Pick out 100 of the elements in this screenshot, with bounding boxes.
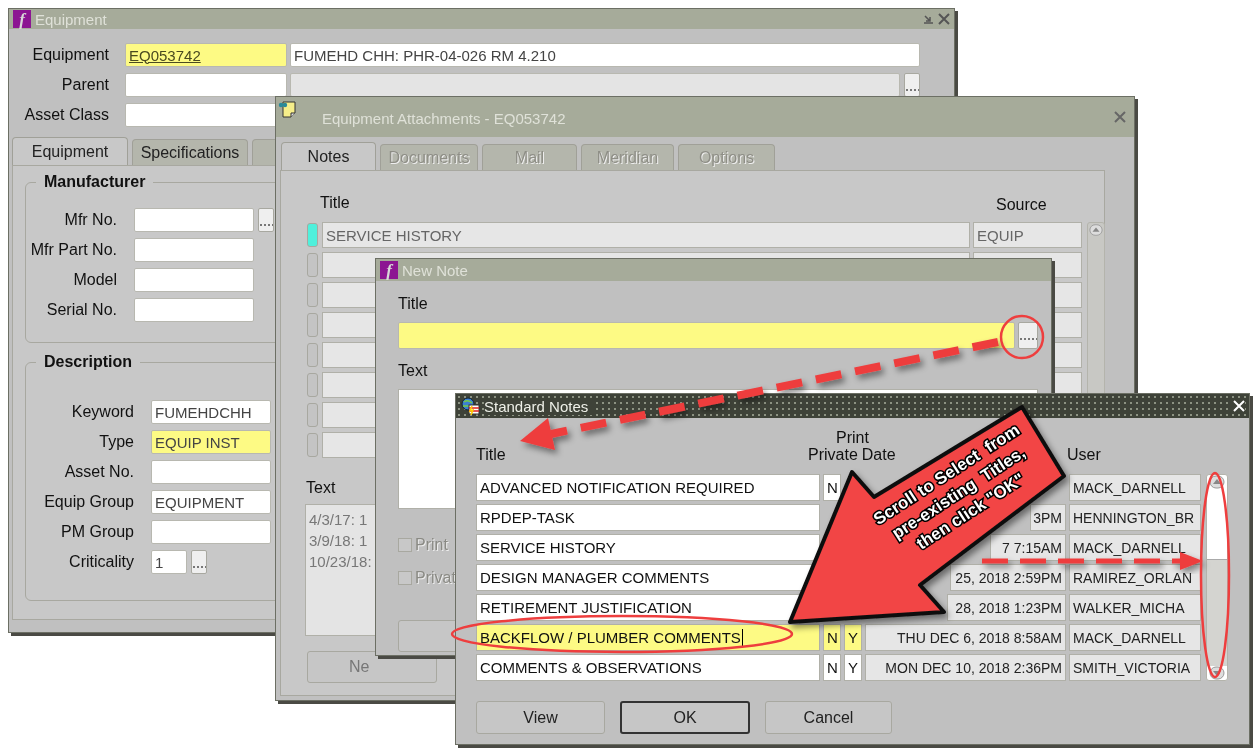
table-cell[interactable]: 7 7:15AM [990, 534, 1066, 561]
input-field[interactable] [134, 208, 254, 232]
note-icon [278, 100, 298, 118]
field-label: Criticality [68, 553, 134, 571]
row-indicator[interactable] [307, 223, 318, 247]
table-cell[interactable]: MACK_DARNELL [1069, 534, 1201, 561]
note-line: 4/3/17: 1 [309, 510, 368, 530]
table-cell[interactable]: EQUIP [973, 222, 1082, 248]
tab[interactable]: Equipment [12, 137, 128, 165]
column-header: Source [996, 196, 1047, 214]
input-field[interactable]: 1 [151, 550, 187, 574]
row-indicator[interactable] [307, 373, 318, 397]
field-label: Asset Class [23, 106, 109, 124]
table-cell[interactable]: THU DEC 6, 2018 8:58AM [865, 624, 1066, 651]
scroll-thumb[interactable] [1207, 558, 1227, 666]
table-cell[interactable]: SERVICE HISTORY [476, 534, 820, 561]
table-cell[interactable]: ADVANCED NOTIFICATION REQUIRED [476, 474, 820, 501]
title-field[interactable] [398, 322, 1015, 349]
table-cell[interactable]: RPDEP-TASK [476, 504, 820, 531]
row-indicator[interactable] [307, 343, 318, 367]
column-header: Title [320, 194, 351, 212]
group-title: Description [43, 353, 133, 371]
field-label: Text [398, 362, 428, 380]
table-cell[interactable]: 3PM [1030, 504, 1066, 531]
column-header: Print [836, 430, 870, 446]
row-indicator[interactable] [307, 313, 318, 337]
table-cell[interactable]: 28, 2018 1:23PM [947, 594, 1066, 621]
table-cell[interactable]: MACK_DARNELL [1069, 624, 1201, 651]
input-field[interactable] [134, 238, 254, 262]
globe-flag-icon [460, 396, 480, 416]
field-label: Title [398, 295, 428, 313]
table-cell[interactable]: MACK_DARNELL [1069, 474, 1201, 501]
field-label: Asset No. [63, 463, 134, 481]
column-header: Private [808, 446, 858, 464]
lookup-button[interactable] [904, 73, 920, 97]
input-field[interactable] [151, 460, 271, 484]
row-indicator[interactable] [307, 433, 318, 457]
description-field[interactable]: FUMEHD CHH: PHR-04-026 RM 4.210 [290, 43, 920, 67]
field-label: Keyword [70, 403, 134, 421]
checkbox-label: Privat [415, 569, 456, 587]
field-label: Serial No. [45, 301, 117, 319]
note-line: 10/23/18: [309, 552, 372, 572]
note-line: 3/9/18: 1 [309, 531, 368, 551]
table-cell[interactable]: BACKFLOW / PLUMBER COMMENTS [476, 624, 820, 651]
table-cell[interactable]: MON DEC 10, 2018 2:36PM [865, 654, 1066, 681]
checkbox[interactable] [398, 538, 412, 552]
checkbox-label: Print [415, 536, 448, 554]
window-title: Equipment [35, 10, 107, 28]
scroll-up-icon[interactable] [1089, 223, 1103, 237]
table-cell[interactable]: N [823, 654, 841, 681]
table-cell[interactable]: HENNINGTON_BR [1069, 504, 1201, 531]
dialog-button[interactable]: OK [620, 701, 750, 734]
table-cell[interactable]: WALKER_MICHA [1069, 594, 1201, 621]
lookup-button[interactable] [258, 208, 274, 232]
dialog-button[interactable]: Cancel [765, 701, 892, 734]
tab[interactable]: Specifications [132, 139, 248, 165]
forms-icon: f [380, 261, 398, 279]
input-field[interactable] [125, 73, 287, 97]
input-field[interactable] [134, 298, 254, 322]
field-label: Equipment [31, 46, 109, 64]
table-cell[interactable]: Y [844, 654, 862, 681]
table-cell[interactable]: N [823, 624, 841, 651]
minimize-icon[interactable] [922, 13, 934, 25]
field-label: PM Group [60, 523, 134, 541]
input-field[interactable]: FUMEHDCHH [151, 400, 271, 424]
forms-icon: f [13, 10, 31, 28]
input-field[interactable]: EQUIP INST [151, 430, 271, 454]
input-field[interactable] [151, 520, 271, 544]
table-cell[interactable]: 25, 2018 2:59PM [950, 564, 1066, 591]
table-cell[interactable]: COMMENTS & OBSERVATIONS [476, 654, 820, 681]
checkbox[interactable] [398, 571, 412, 585]
row-indicator[interactable] [307, 283, 318, 307]
column-header: Date [861, 446, 896, 464]
scrollbar[interactable] [1206, 474, 1228, 681]
field-label: Parent [60, 76, 109, 94]
tab[interactable]: Notes [281, 142, 376, 170]
input-field[interactable] [290, 73, 900, 97]
table-cell[interactable]: N [823, 474, 841, 501]
highlight-ellipse [999, 314, 1045, 360]
row-indicator[interactable] [307, 253, 318, 277]
table-cell[interactable]: SMITH_VICTORIA [1069, 654, 1201, 681]
window-title: Equipment Attachments - EQ053742 [322, 110, 566, 127]
table-cell[interactable]: RAMIREZ_ORLAN [1069, 564, 1201, 591]
column-header: Title [476, 446, 507, 464]
table-cell[interactable]: Y [844, 624, 862, 651]
lookup-button[interactable] [1018, 322, 1038, 349]
field-label: Type [98, 433, 134, 451]
lookup-button[interactable] [191, 550, 207, 574]
row-indicator[interactable] [307, 403, 318, 427]
field-label: Mfr Part No. [29, 241, 117, 259]
field-label: Equip Group [43, 493, 134, 511]
dialog-button[interactable]: View [476, 701, 605, 734]
input-field[interactable]: EQUIPMENT [151, 490, 271, 514]
field-label: Text [306, 479, 336, 497]
input-field[interactable] [134, 268, 254, 292]
group-title: Manufacturer [43, 173, 147, 191]
column-header: User [1067, 446, 1101, 464]
input-field[interactable]: EQ053742 [125, 43, 287, 67]
field-label: Model [72, 271, 117, 289]
table-cell[interactable]: SERVICE HISTORY [322, 222, 970, 248]
